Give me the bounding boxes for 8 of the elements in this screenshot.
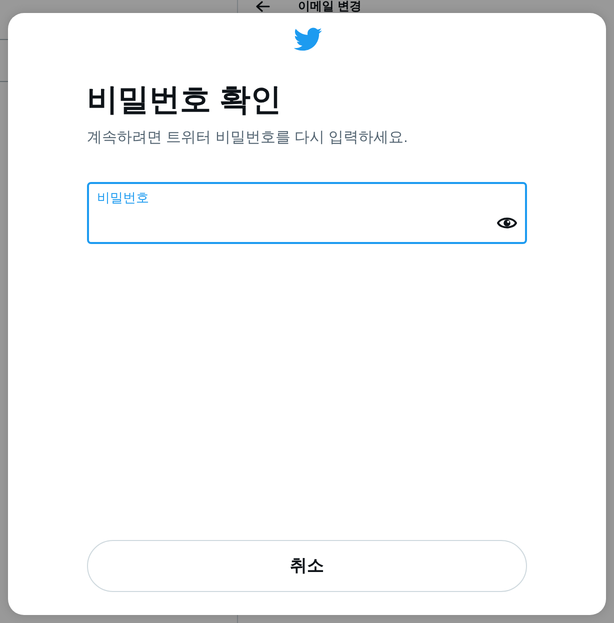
field-label: 비밀번호 xyxy=(97,190,149,206)
bird-logo-icon xyxy=(292,27,322,51)
page-title: 이메일 변경 xyxy=(298,0,362,13)
dialog-title: 비밀번호 확인 xyxy=(87,82,283,118)
eye-icon[interactable] xyxy=(497,215,517,231)
back-arrow-icon[interactable] xyxy=(256,1,270,12)
dialog-subtitle: 계속하려면 트위터 비밀번호를 다시 입력하세요. xyxy=(87,128,409,148)
cancel-button[interactable]: 취소 xyxy=(87,540,527,592)
